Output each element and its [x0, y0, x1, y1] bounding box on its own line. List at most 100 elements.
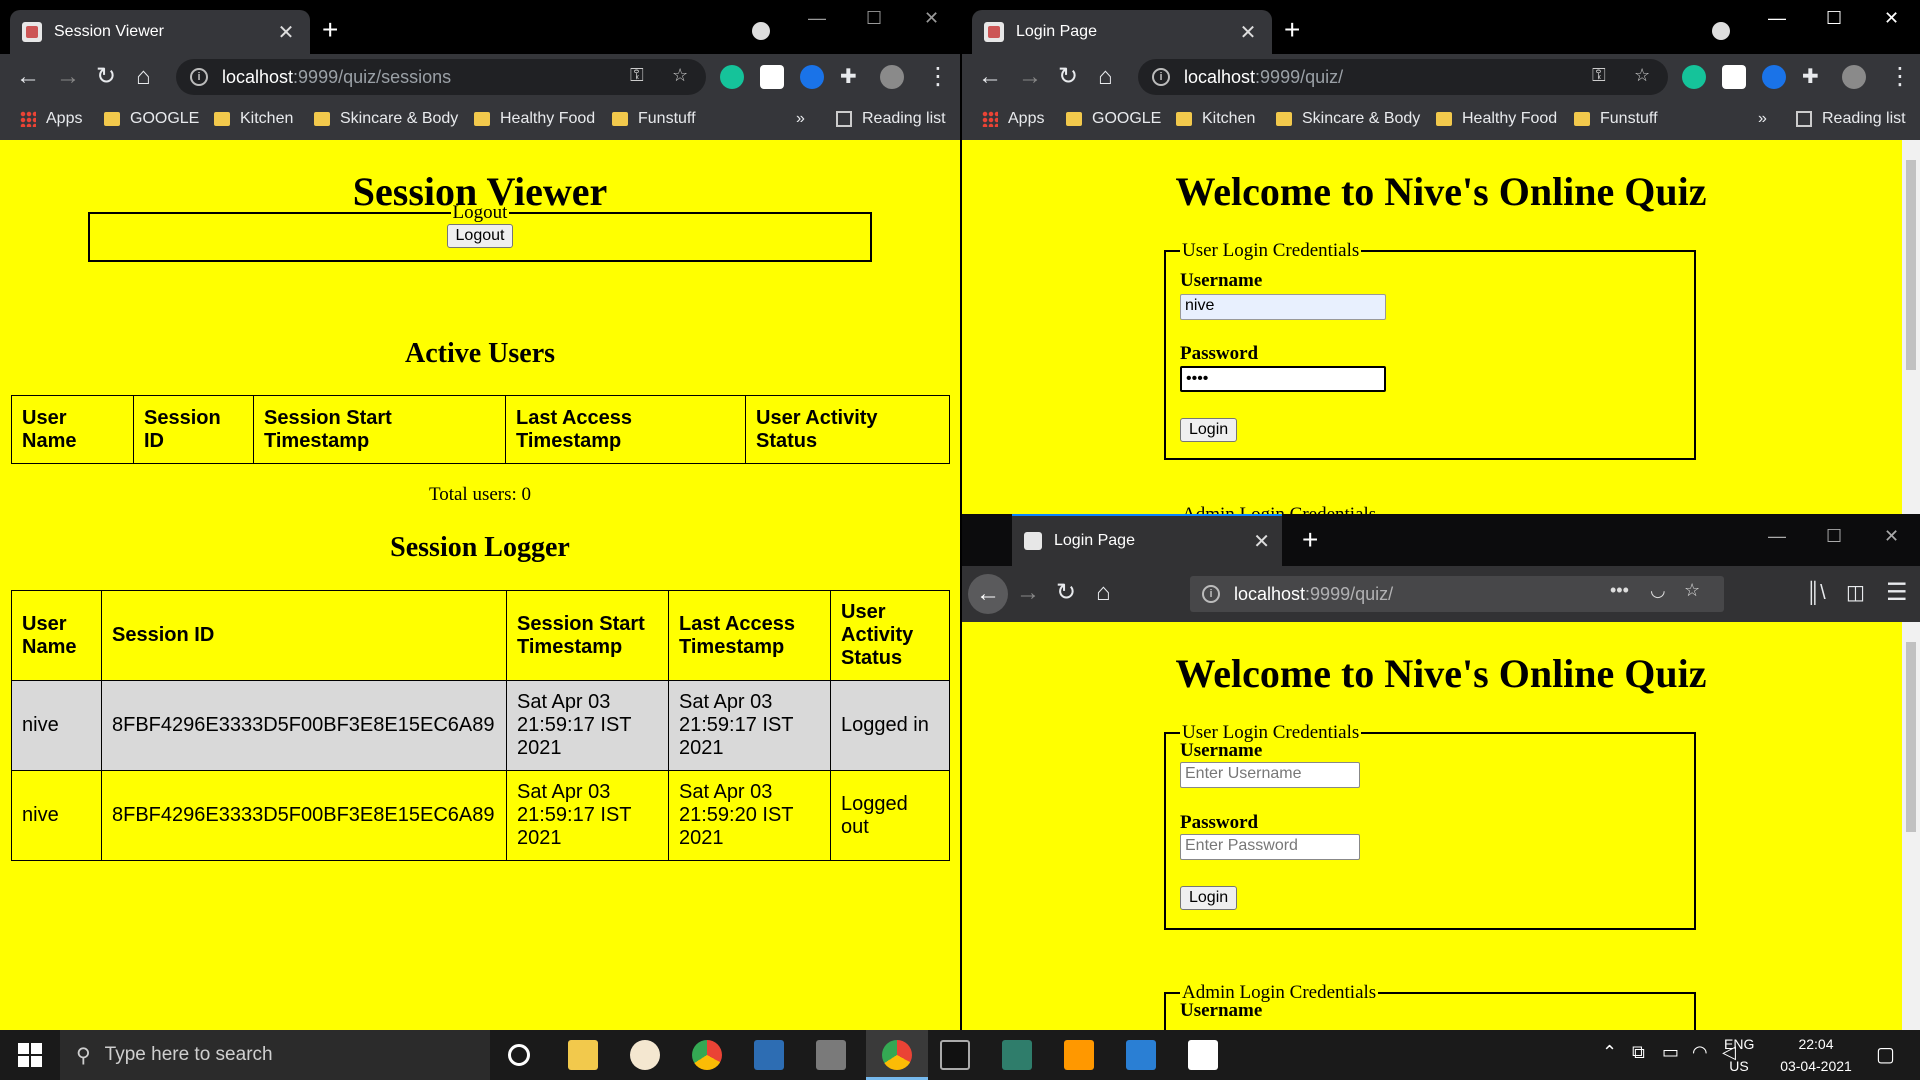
reading-list[interactable]: Reading list [1796, 110, 1906, 128]
bookmark-healthy-food[interactable]: Healthy Food [474, 110, 595, 128]
bookmark-star-icon[interactable]: ☆ [1634, 65, 1650, 86]
chrome-icon[interactable] [882, 1040, 912, 1070]
minimize-icon[interactable]: — [1768, 8, 1786, 29]
sublime-icon[interactable] [1064, 1040, 1094, 1070]
logout-button[interactable]: Logout [446, 224, 514, 248]
tray-app-icon[interactable]: ⧉ [1632, 1042, 1645, 1063]
calculator-icon[interactable] [816, 1040, 846, 1070]
bookmark-skincare[interactable]: Skincare & Body [314, 110, 458, 128]
bookmark-apps[interactable]: Apps [20, 110, 82, 128]
reload-icon[interactable]: ↻ [1058, 63, 1078, 91]
minimize-icon[interactable]: — [808, 8, 826, 29]
reload-icon[interactable]: ↻ [96, 63, 116, 91]
avatar[interactable] [1842, 65, 1866, 89]
library-icon[interactable]: ║\ [1806, 579, 1826, 607]
tray-chevron-icon[interactable]: ⌃ [1602, 1042, 1617, 1063]
forward-icon[interactable]: → [1016, 579, 1040, 607]
extension-blue-icon[interactable] [800, 65, 824, 89]
tab-login-page[interactable]: Login Page ✕ [1012, 514, 1282, 566]
grammarly-icon[interactable] [720, 65, 744, 89]
bookmarks-overflow-icon[interactable]: » [1758, 110, 1767, 128]
bookmark-funstuff[interactable]: Funstuff [612, 110, 696, 128]
maximize-icon[interactable]: ☐ [1826, 526, 1842, 547]
new-tab-icon[interactable]: + [1302, 524, 1318, 556]
terminal-icon[interactable] [940, 1040, 970, 1070]
tab-search-icon[interactable] [1712, 22, 1730, 40]
close-tab-icon[interactable]: ✕ [274, 20, 298, 45]
bookmark-google[interactable]: GOOGLE [104, 110, 199, 128]
tab-login-page[interactable]: Login Page ✕ [972, 10, 1272, 54]
bookmark-kitchen[interactable]: Kitchen [1176, 110, 1255, 128]
windows-start-icon[interactable] [18, 1043, 42, 1067]
sidebar-icon[interactable]: ◫ [1846, 579, 1865, 607]
app-icon[interactable] [754, 1040, 784, 1070]
file-explorer-icon[interactable] [568, 1040, 598, 1070]
notion-icon[interactable] [1722, 65, 1746, 89]
site-info-icon[interactable]: i [1202, 585, 1220, 603]
forward-icon[interactable]: → [56, 63, 80, 91]
back-icon[interactable]: ← [978, 63, 1002, 91]
password-input[interactable]: •••• [1180, 366, 1386, 392]
close-tab-icon[interactable]: ✕ [1236, 20, 1260, 45]
reload-icon[interactable]: ↻ [1056, 579, 1076, 607]
vertical-scrollbar[interactable] [1902, 622, 1920, 1030]
bookmark-apps[interactable]: Apps [982, 110, 1044, 128]
notepad-icon[interactable] [1188, 1040, 1218, 1070]
app-icon[interactable] [630, 1040, 660, 1070]
chrome-icon[interactable] [692, 1040, 722, 1070]
notifications-icon[interactable]: ▢ [1876, 1042, 1895, 1067]
home-icon[interactable]: ⌂ [1096, 579, 1111, 607]
new-tab-icon[interactable]: + [1284, 16, 1300, 44]
photos-icon[interactable] [1126, 1040, 1156, 1070]
back-icon[interactable]: ← [16, 63, 40, 91]
password-input[interactable]: Enter Password [1180, 834, 1360, 860]
menu-kebab-icon[interactable]: ⋮ [926, 63, 950, 91]
home-icon[interactable]: ⌂ [136, 63, 151, 91]
minimize-icon[interactable]: — [1768, 526, 1786, 547]
extensions-puzzle-icon[interactable]: ✚ [840, 63, 857, 91]
address-bar[interactable]: i localhost:9999/quiz/sessions ⚿ ☆ [176, 59, 706, 95]
key-icon[interactable]: ⚿ [1592, 65, 1606, 86]
avatar[interactable] [880, 65, 904, 89]
menu-kebab-icon[interactable]: ⋮ [1888, 63, 1912, 91]
address-bar[interactable]: i localhost:9999/quiz/ ••• ◡ ☆ [1190, 576, 1724, 612]
maximize-icon[interactable]: ☐ [866, 8, 882, 29]
bookmark-healthy-food[interactable]: Healthy Food [1436, 110, 1557, 128]
close-window-icon[interactable]: ✕ [1884, 8, 1899, 29]
tab-session-viewer[interactable]: Session Viewer ✕ [10, 10, 310, 54]
bookmark-star-icon[interactable]: ☆ [672, 65, 688, 86]
app-icon[interactable] [1002, 1040, 1032, 1070]
extensions-puzzle-icon[interactable]: ✚ [1802, 63, 1819, 91]
vertical-scrollbar[interactable] [1902, 140, 1920, 514]
notion-icon[interactable] [760, 65, 784, 89]
close-tab-icon[interactable]: ✕ [1253, 529, 1270, 554]
bookmark-star-icon[interactable]: ☆ [1684, 580, 1700, 601]
bookmark-funstuff[interactable]: Funstuff [1574, 110, 1658, 128]
wifi-icon[interactable]: ◠ [1692, 1042, 1708, 1063]
bookmarks-overflow-icon[interactable]: » [796, 110, 805, 128]
bookmark-skincare[interactable]: Skincare & Body [1276, 110, 1420, 128]
language-indicator[interactable]: ENG US [1724, 1036, 1754, 1074]
reading-list[interactable]: Reading list [836, 110, 946, 128]
hamburger-menu-icon[interactable]: ☰ [1886, 579, 1908, 607]
new-tab-icon[interactable]: + [322, 16, 338, 44]
login-button[interactable]: Login [1180, 418, 1238, 442]
taskbar-search[interactable]: ⚲ Type here to search [60, 1030, 490, 1080]
back-icon[interactable]: ← [968, 574, 1008, 614]
site-info-icon[interactable]: i [190, 68, 208, 86]
forward-icon[interactable]: → [1018, 63, 1042, 91]
key-icon[interactable]: ⚿ [630, 65, 644, 86]
bookmark-google[interactable]: GOOGLE [1066, 110, 1161, 128]
site-info-icon[interactable]: i [1152, 68, 1170, 86]
scrollbar-thumb[interactable] [1906, 642, 1916, 832]
close-window-icon[interactable]: ✕ [924, 8, 939, 29]
cortana-icon[interactable] [508, 1044, 530, 1066]
scrollbar-thumb[interactable] [1906, 160, 1916, 370]
bookmark-kitchen[interactable]: Kitchen [214, 110, 293, 128]
home-icon[interactable]: ⌂ [1098, 63, 1113, 91]
address-bar[interactable]: i localhost:9999/quiz/ ⚿ ☆ [1138, 59, 1668, 95]
extension-blue-icon[interactable] [1762, 65, 1786, 89]
grammarly-icon[interactable] [1682, 65, 1706, 89]
login-button[interactable]: Login [1180, 886, 1238, 910]
close-window-icon[interactable]: ✕ [1884, 526, 1899, 547]
